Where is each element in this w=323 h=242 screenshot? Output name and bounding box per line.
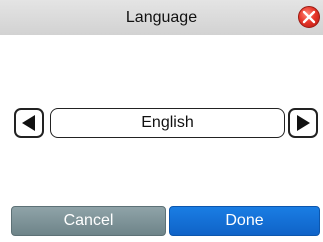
close-button[interactable]	[298, 6, 320, 28]
dialog-title: Language	[125, 9, 198, 26]
language-dialog: Language English Cancel Done	[0, 0, 323, 242]
next-language-button[interactable]	[288, 108, 318, 138]
triangle-right-icon	[297, 115, 310, 131]
cancel-button[interactable]: Cancel	[11, 206, 166, 236]
triangle-left-icon	[22, 115, 35, 131]
close-icon	[302, 10, 316, 24]
title-bar: Language	[0, 0, 323, 35]
done-button[interactable]: Done	[169, 206, 320, 236]
previous-language-button[interactable]	[14, 108, 44, 138]
language-value: English	[50, 108, 285, 138]
